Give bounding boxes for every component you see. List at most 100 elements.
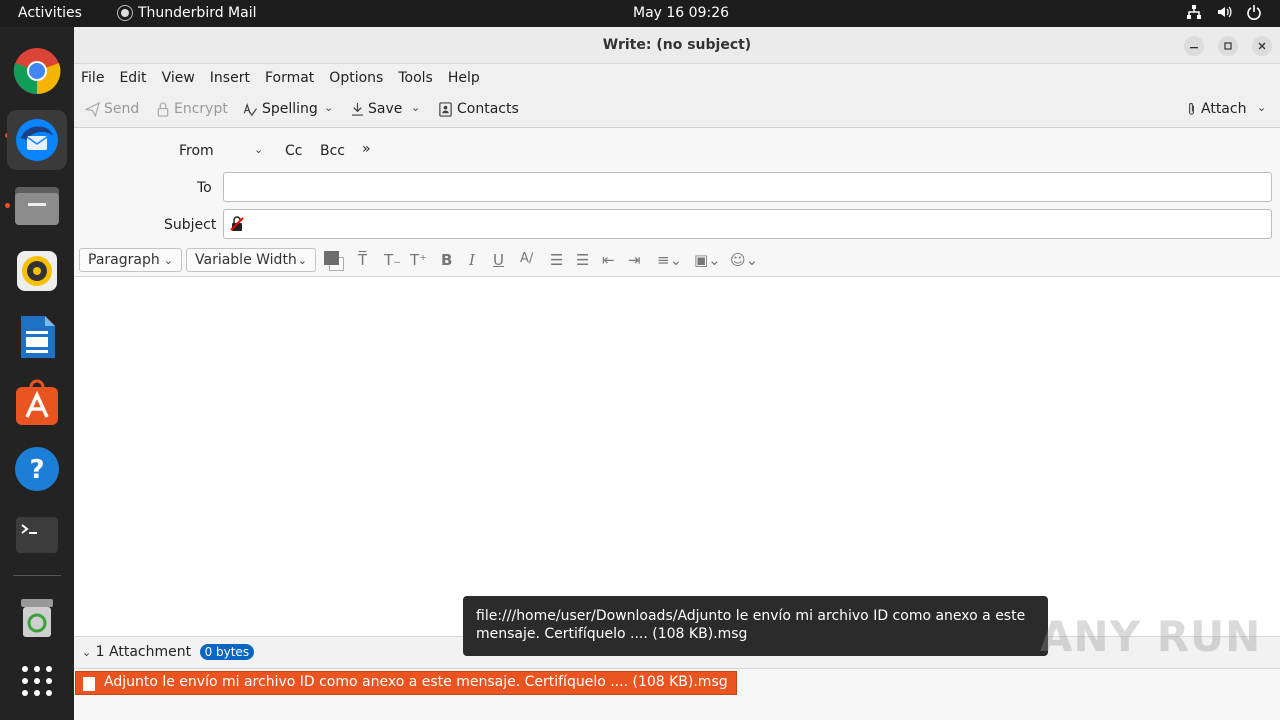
spelling-dropdown[interactable]: ⌄: [324, 101, 333, 114]
network-icon: [1186, 4, 1202, 24]
app-name: Thunderbird Mail: [138, 5, 257, 21]
attachment-size-badge: 0 bytes: [199, 644, 255, 660]
encryption-off-icon: [229, 216, 245, 236]
more-headers-button[interactable]: »: [362, 141, 371, 157]
font-size-reset-icon[interactable]: T̅: [358, 251, 367, 269]
attach-label: Attach: [1201, 101, 1247, 117]
attach-button[interactable]: Attach: [1186, 101, 1246, 117]
app-grid-icon[interactable]: [13, 657, 61, 705]
menu-format[interactable]: Format: [265, 70, 314, 86]
file-icon: [83, 677, 95, 691]
font-size-larger-icon[interactable]: T⁺: [410, 251, 427, 269]
from-label: From: [179, 143, 214, 159]
attachment-count: 1 Attachment: [95, 644, 192, 660]
attach-dropdown[interactable]: ⌄: [1257, 101, 1266, 114]
insert-image-icon[interactable]: ▣⌄: [694, 251, 721, 269]
menu-options[interactable]: Options: [329, 70, 383, 86]
top-bar: Activities Thunderbird Mail May 16 09:26: [0, 0, 1280, 27]
send-button[interactable]: Send: [85, 101, 139, 117]
attachment-tooltip: file:///home/user/Downloads/Adjunto le e…: [463, 596, 1048, 656]
align-icon[interactable]: ≡⌄: [657, 251, 682, 269]
contacts-label: Contacts: [457, 101, 519, 117]
spellcheck-icon: [243, 102, 258, 116]
chevron-down-icon: ⌄: [163, 253, 173, 267]
volume-icon: [1216, 4, 1232, 24]
thunderbird-icon[interactable]: [7, 110, 67, 170]
italic-icon[interactable]: I: [469, 251, 475, 269]
attachment-list: Adjunto le envío mi archivo ID como anex…: [74, 668, 1280, 720]
chevron-down-icon: ⌄: [324, 101, 334, 114]
save-dropdown[interactable]: ⌄: [411, 101, 420, 114]
font-select[interactable]: Variable Width ⌄: [186, 248, 316, 272]
text-color-button[interactable]: [324, 251, 344, 271]
compose-toolbar: Send Encrypt Spelling ⌄ Save ⌄ Contacts …: [74, 92, 1280, 128]
terminal-icon[interactable]: [13, 511, 61, 559]
menu-bar: File Edit View Insert Format Options Too…: [74, 64, 1280, 92]
spelling-button[interactable]: Spelling: [242, 101, 318, 117]
from-dropdown[interactable]: ⌄: [254, 141, 263, 157]
lock-icon: [157, 101, 169, 117]
rhythmbox-icon[interactable]: [13, 247, 61, 295]
menu-tools[interactable]: Tools: [398, 70, 433, 86]
power-icon: [1246, 4, 1262, 24]
attachment-summary[interactable]: ⌄ 1 Attachment 0 bytes: [82, 644, 255, 660]
bcc-button[interactable]: Bcc: [320, 143, 345, 159]
address-book-icon: [439, 101, 452, 117]
underline-icon[interactable]: U: [493, 251, 504, 269]
spelling-label: Spelling: [262, 101, 318, 117]
minimize-button[interactable]: [1184, 36, 1204, 56]
system-tray[interactable]: [1186, 4, 1262, 24]
paragraph-format-value: Paragraph: [88, 252, 160, 268]
bullet-list-icon[interactable]: ☰: [550, 251, 563, 269]
menu-help[interactable]: Help: [448, 70, 480, 86]
watermark: ANY RUN: [1040, 612, 1262, 661]
remove-formatting-icon[interactable]: A∕: [520, 251, 533, 266]
maximize-button[interactable]: [1218, 36, 1238, 56]
message-body-editor[interactable]: [74, 277, 1280, 636]
dock: ?: [0, 27, 74, 720]
cc-button[interactable]: Cc: [285, 143, 302, 159]
files-icon[interactable]: [13, 181, 61, 229]
chevron-down-icon: ⌄: [1257, 101, 1267, 114]
numbered-list-icon[interactable]: ☰: [576, 251, 589, 269]
save-button[interactable]: Save: [351, 101, 402, 117]
paperclip-icon: [1189, 102, 1194, 115]
writer-icon[interactable]: [13, 313, 61, 361]
help-icon[interactable]: ?: [13, 445, 61, 493]
close-button[interactable]: [1252, 36, 1272, 56]
format-toolbar: Paragraph ⌄ Variable Width ⌄ T̅ T₋ T⁺ B …: [74, 246, 1280, 277]
font-size-smaller-icon[interactable]: T₋: [384, 251, 401, 269]
clock[interactable]: May 16 09:26: [633, 5, 729, 21]
chevron-down-icon: ⌄: [411, 101, 421, 114]
menu-file[interactable]: File: [81, 70, 104, 86]
chrome-icon[interactable]: [13, 47, 61, 95]
contacts-button[interactable]: Contacts: [438, 101, 519, 117]
message-headers: From ⌄ Cc Bcc » To Subject: [74, 128, 1280, 246]
encrypt-label: Encrypt: [174, 101, 228, 117]
menu-edit[interactable]: Edit: [119, 70, 146, 86]
subject-field[interactable]: [223, 209, 1272, 239]
bold-icon[interactable]: B: [441, 251, 452, 269]
outdent-icon[interactable]: ⇤: [602, 251, 615, 269]
chevron-down-icon: ⌄: [297, 253, 307, 267]
paragraph-format-select[interactable]: Paragraph ⌄: [79, 248, 182, 272]
software-icon[interactable]: [13, 379, 61, 427]
trash-icon[interactable]: [13, 593, 61, 641]
menu-insert[interactable]: Insert: [210, 70, 250, 86]
dock-separator: [13, 575, 61, 576]
chevron-down-icon: ⌄: [82, 646, 92, 659]
window-title: Write: (no subject): [602, 37, 752, 53]
attachment-item[interactable]: Adjunto le envío mi archivo ID como anex…: [75, 671, 737, 695]
title-bar[interactable]: Write: (no subject): [74, 27, 1280, 64]
running-indicator: [5, 203, 10, 208]
indent-icon[interactable]: ⇥: [628, 251, 641, 269]
save-label: Save: [368, 101, 403, 117]
activities-button[interactable]: Activities: [18, 5, 82, 21]
app-menu[interactable]: Thunderbird Mail: [118, 5, 257, 21]
to-label: To: [197, 180, 212, 196]
to-field[interactable]: [223, 172, 1272, 202]
text-color-swatch: [324, 251, 339, 265]
menu-view[interactable]: View: [162, 70, 195, 86]
emoji-icon[interactable]: ☺⌄: [730, 251, 758, 269]
encrypt-button[interactable]: Encrypt: [156, 101, 228, 117]
